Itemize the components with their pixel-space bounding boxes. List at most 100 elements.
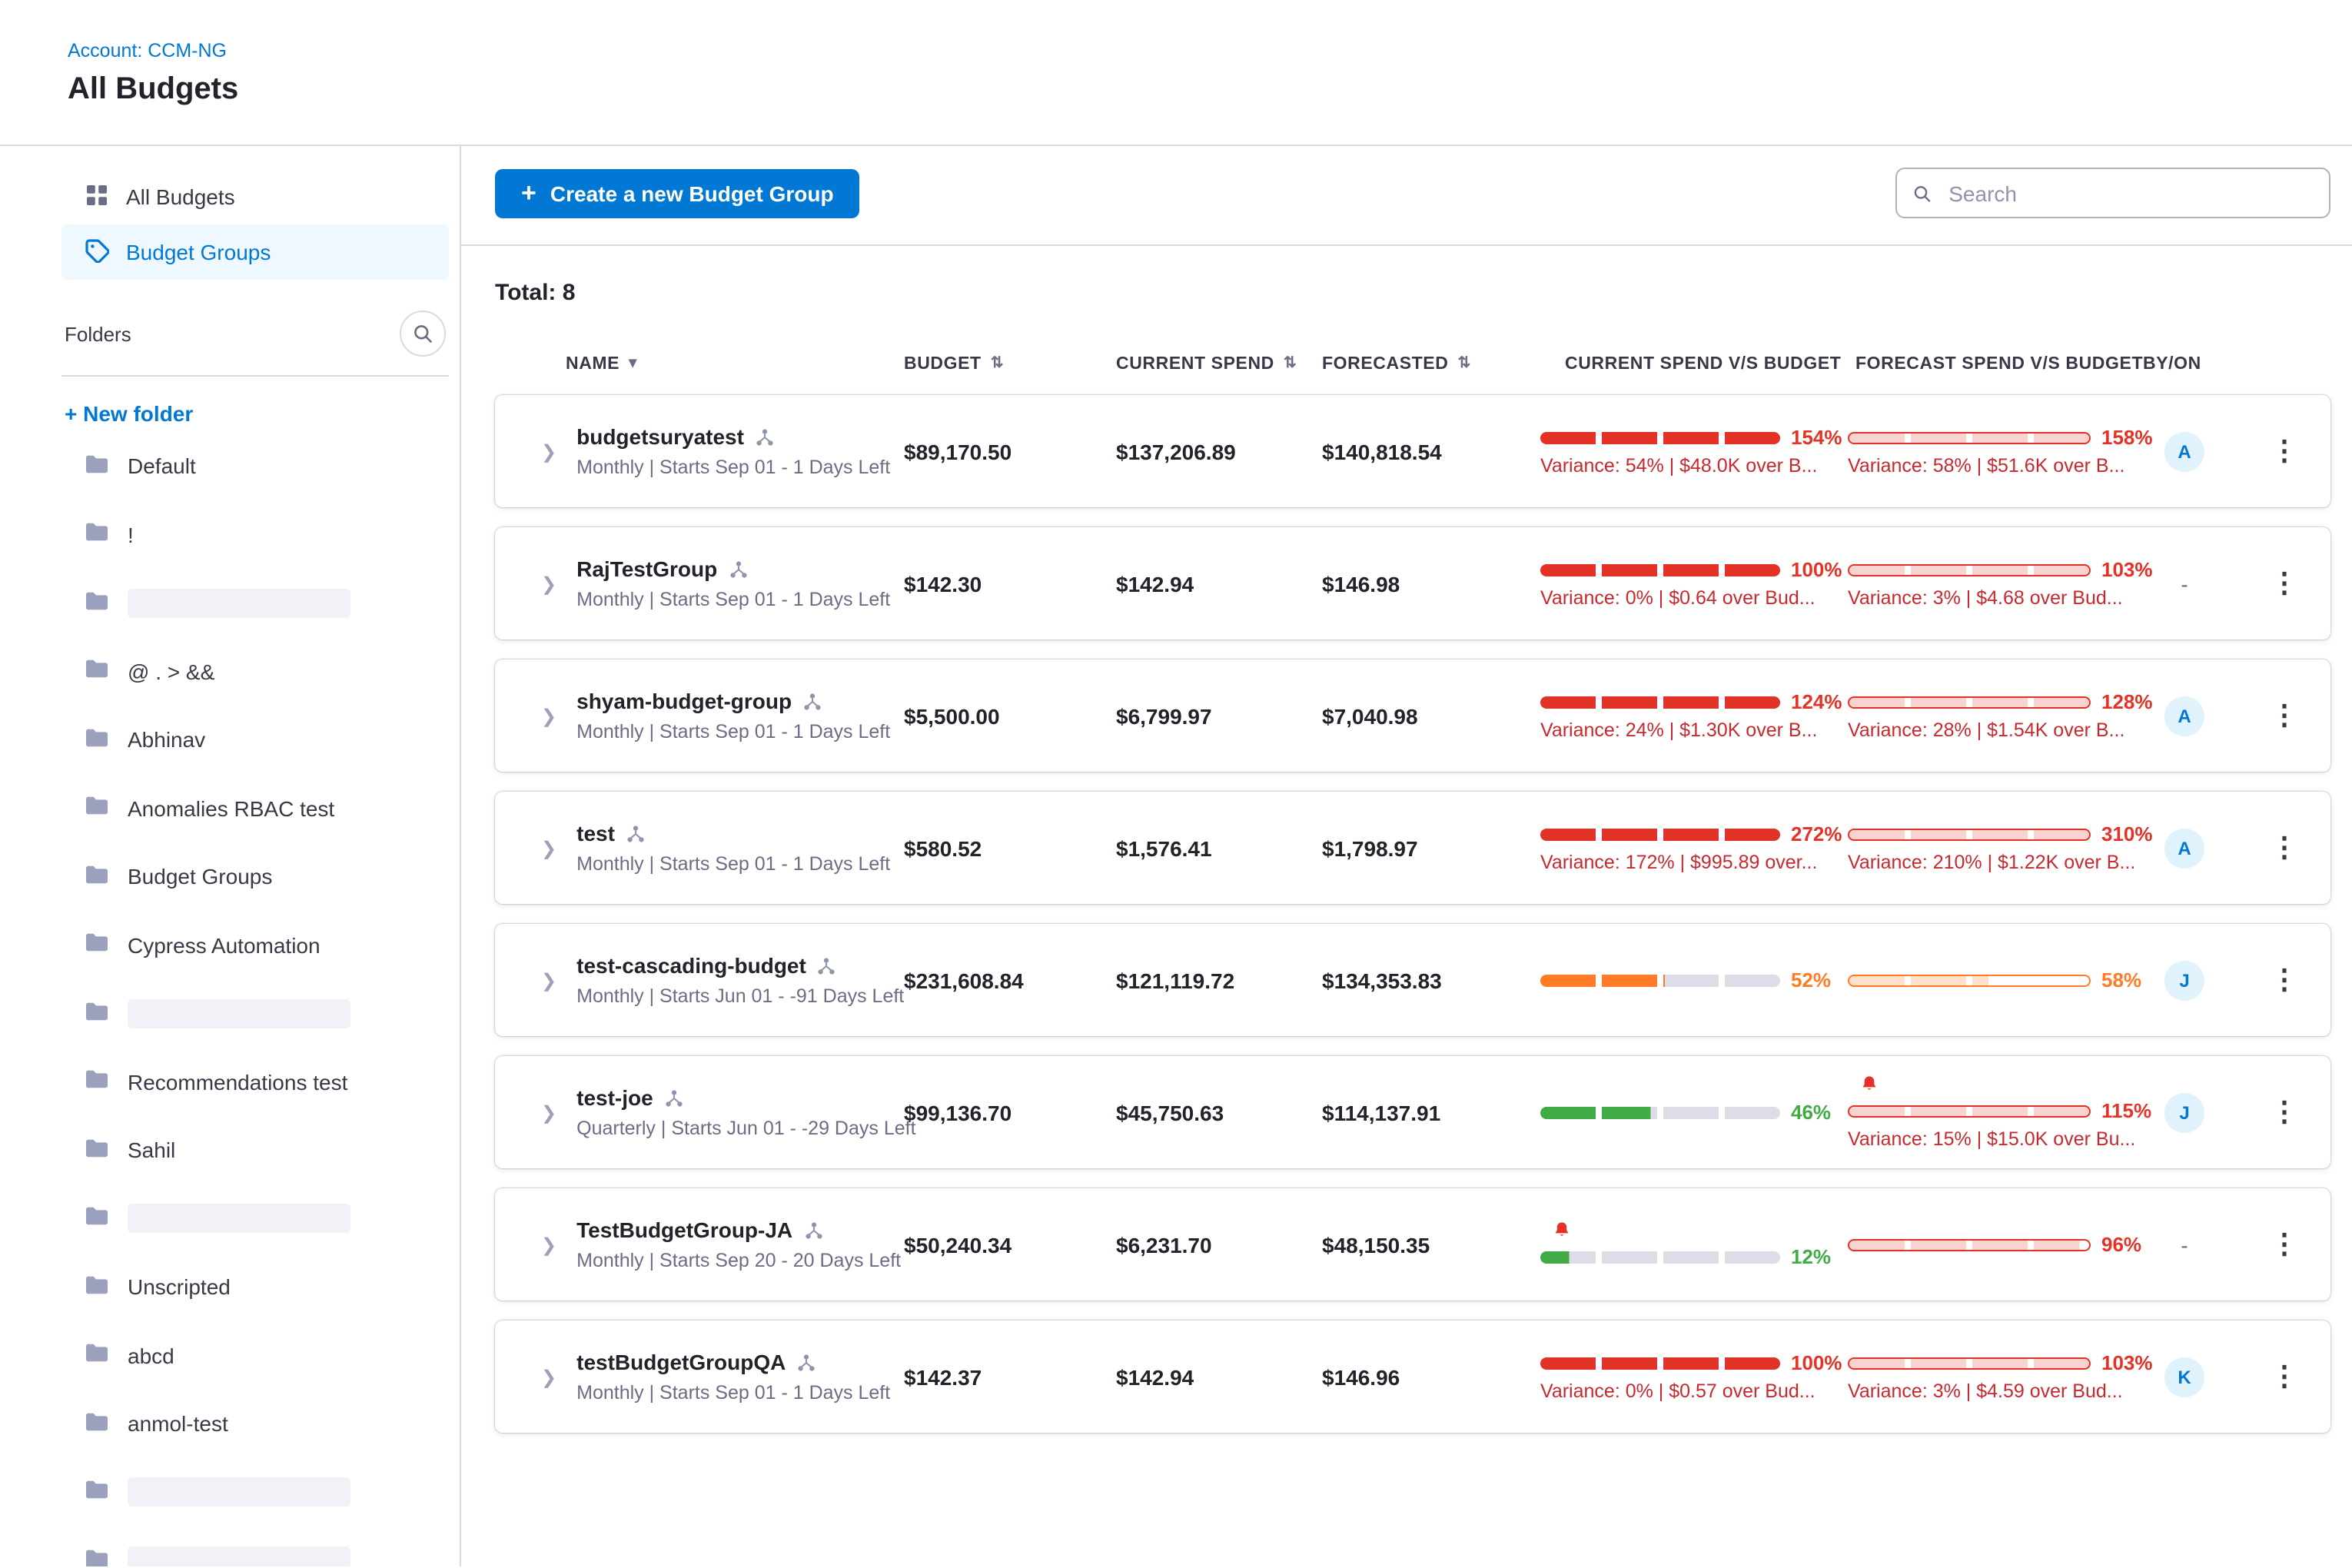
folder-item[interactable]: Abhinav xyxy=(61,706,449,774)
folder-icon xyxy=(85,1343,109,1369)
create-budget-group-button[interactable]: + Create a new Budget Group xyxy=(495,168,860,218)
owner-avatar[interactable]: A xyxy=(2164,431,2204,471)
new-folder-button[interactable]: + New folder xyxy=(65,401,449,426)
folder-item[interactable]: Sahil xyxy=(61,1116,449,1184)
forecasted-value: $1,798.97 xyxy=(1322,835,1540,860)
sidebar-item-all-budgets[interactable]: All Budgets xyxy=(61,169,449,224)
expand-chevron-icon[interactable]: ❯ xyxy=(541,1366,556,1387)
search-input[interactable] xyxy=(1945,179,2314,207)
forecast-spend-progress-bar xyxy=(1848,828,2091,840)
expand-chevron-icon[interactable]: ❯ xyxy=(541,573,556,594)
sidebar-item-label: All Budgets xyxy=(126,184,235,209)
sort-icon[interactable]: ⇅ xyxy=(991,357,1004,372)
folder-item-default[interactable]: Default xyxy=(61,432,449,500)
owner-avatar[interactable]: - xyxy=(2164,563,2204,603)
variance-label: Variance: 3% | $4.68 over Bud... xyxy=(1848,587,2164,609)
expand-chevron-icon[interactable]: ❯ xyxy=(541,1101,556,1123)
column-header-forecasted[interactable]: FORECASTED ⇅ xyxy=(1322,355,1540,374)
forecast-vs-budget-cell: 58% xyxy=(1848,968,2164,992)
group-name[interactable]: testBudgetGroupQA xyxy=(576,1350,786,1374)
folder-item[interactable]: anmol-test xyxy=(61,1390,449,1458)
folder-item[interactable]: @ . > && xyxy=(61,637,449,706)
budget-group-row: ❯ test-cascading-budget Monthly | Starts… xyxy=(495,924,2330,1036)
group-name[interactable]: shyam-budget-group xyxy=(576,689,792,713)
current-spend-progress-bar xyxy=(1540,563,1780,576)
folder-icon xyxy=(85,1138,109,1164)
alert-bell-icon xyxy=(1553,1221,1848,1239)
budget-group-row: ❯ RajTestGroup Monthly | Starts Sep 01 -… xyxy=(495,527,2330,639)
owner-avatar[interactable]: J xyxy=(2164,960,2204,1000)
folder-icon xyxy=(85,1069,109,1095)
kebab-menu-icon[interactable]: ⋮ xyxy=(2255,829,2314,867)
folder-icon xyxy=(85,453,109,480)
main-panel: + Create a new Budget Group Total: 8 NAM… xyxy=(461,146,2352,1566)
folder-item[interactable]: Unscripted xyxy=(61,1253,449,1321)
current-spend-value: $6,231.70 xyxy=(1116,1232,1322,1257)
folder-item[interactable]: abcd xyxy=(61,1321,449,1390)
percent-label: 103% xyxy=(2101,1351,2153,1374)
folder-item[interactable]: Cypress Automation xyxy=(61,911,449,979)
folder-item[interactable]: Budget Groups xyxy=(61,842,449,911)
sort-icon[interactable]: ⇅ xyxy=(1457,357,1470,372)
current-spend-value: $142.94 xyxy=(1116,1364,1322,1389)
column-header-by-on: BY/ON xyxy=(2143,355,2238,374)
group-name[interactable]: TestBudgetGroup-JA xyxy=(576,1218,792,1242)
expand-chevron-icon[interactable]: ❯ xyxy=(541,1234,556,1255)
folder-icon xyxy=(85,1274,109,1301)
kebab-menu-icon[interactable]: ⋮ xyxy=(2255,696,2314,735)
kebab-menu-icon[interactable]: ⋮ xyxy=(2255,1357,2314,1396)
forecast-vs-budget-cell: 310% Variance: 210% | $1.22K over B... xyxy=(1848,822,2164,873)
folder-item[interactable]: Anomalies RBAC test xyxy=(61,774,449,842)
group-name[interactable]: budgetsuryatest xyxy=(576,424,744,449)
expand-chevron-icon[interactable]: ❯ xyxy=(541,969,556,991)
kebab-menu-icon[interactable]: ⋮ xyxy=(2255,1225,2314,1264)
column-header-budget[interactable]: BUDGET ⇅ xyxy=(904,355,1116,374)
percent-label: 154% xyxy=(1791,426,1842,449)
kebab-menu-icon[interactable]: ⋮ xyxy=(2255,961,2314,999)
account-breadcrumb[interactable]: Account: CCM-NG xyxy=(68,40,2352,61)
group-name[interactable]: test xyxy=(576,821,615,845)
column-header-name[interactable]: NAME ▾ xyxy=(495,355,904,374)
folder-icon xyxy=(85,1206,109,1232)
forecast-spend-progress-bar xyxy=(1848,1357,2091,1369)
percent-label: 100% xyxy=(1791,558,1842,581)
current-spend-value: $137,206.89 xyxy=(1116,439,1322,463)
folder-name-skeleton xyxy=(128,1478,350,1507)
group-name[interactable]: test-cascading-budget xyxy=(576,953,806,978)
owner-avatar[interactable]: K xyxy=(2164,1357,2204,1397)
owner-avatar[interactable]: - xyxy=(2164,1224,2204,1264)
group-period: Monthly | Starts Sep 01 - 1 Days Left xyxy=(576,1382,890,1404)
owner-avatar[interactable]: J xyxy=(2164,1092,2204,1132)
folder-search-button[interactable] xyxy=(400,311,446,357)
forecast-spend-progress-bar xyxy=(1848,1105,2091,1117)
group-name[interactable]: RajTestGroup xyxy=(576,556,717,581)
column-header-current-spend[interactable]: CURRENT SPEND ⇅ xyxy=(1116,355,1322,374)
sort-icon[interactable]: ⇅ xyxy=(1284,357,1297,372)
owner-avatar[interactable]: A xyxy=(2164,696,2204,736)
forecasted-value: $114,137.91 xyxy=(1322,1100,1540,1125)
group-name[interactable]: test-joe xyxy=(576,1085,653,1110)
folder-item[interactable]: Recommendations test xyxy=(61,1048,449,1116)
folder-item[interactable]: ! xyxy=(61,500,449,569)
budget-group-row: ❯ testBudgetGroupQA Monthly | Starts Sep… xyxy=(495,1321,2330,1433)
kebab-menu-icon[interactable]: ⋮ xyxy=(2255,1093,2314,1131)
variance-label: Variance: 210% | $1.22K over B... xyxy=(1848,852,2164,873)
expand-chevron-icon[interactable]: ❯ xyxy=(541,705,556,726)
variance-label: Variance: 24% | $1.30K over B... xyxy=(1540,719,1848,741)
folder-icon xyxy=(85,1548,109,1567)
expand-chevron-icon[interactable]: ❯ xyxy=(541,440,556,462)
sort-caret-icon[interactable]: ▾ xyxy=(629,357,637,372)
variance-label: Variance: 58% | $51.6K over B... xyxy=(1848,455,2164,477)
expand-chevron-icon[interactable]: ❯ xyxy=(541,837,556,859)
variance-label: Variance: 54% | $48.0K over B... xyxy=(1540,455,1848,477)
column-header-current-vs-budget: CURRENT SPEND V/S BUDGET xyxy=(1540,355,1848,374)
folder-name: Recommendations test xyxy=(128,1070,347,1095)
folder-icon xyxy=(85,864,109,890)
kebab-menu-icon[interactable]: ⋮ xyxy=(2255,564,2314,603)
sidebar-item-budget-groups[interactable]: Budget Groups xyxy=(61,224,449,280)
percent-label: 310% xyxy=(2101,822,2153,845)
budget-value: $5,500.00 xyxy=(904,703,1116,728)
kebab-menu-icon[interactable]: ⋮ xyxy=(2255,432,2314,470)
owner-avatar[interactable]: A xyxy=(2164,828,2204,868)
group-period: Quarterly | Starts Jun 01 - -29 Days Lef… xyxy=(576,1118,915,1139)
